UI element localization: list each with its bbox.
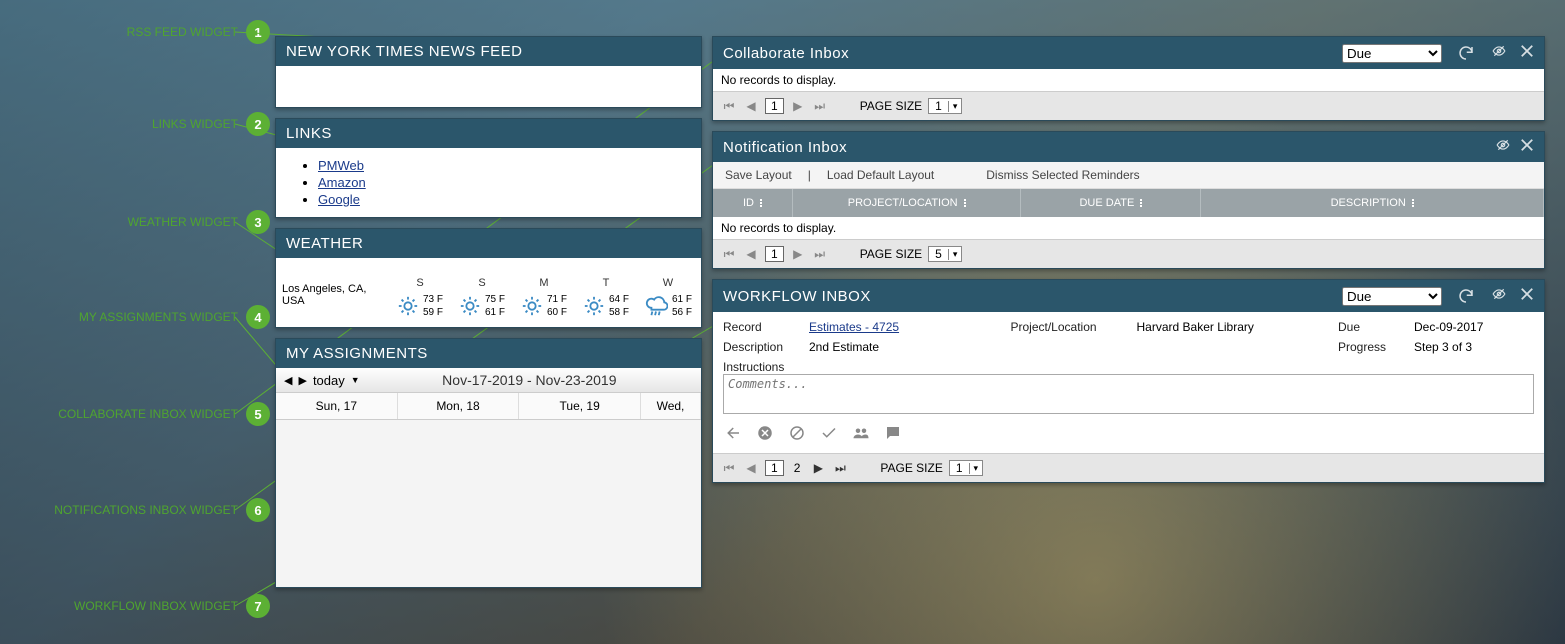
comment-icon[interactable] — [883, 423, 903, 443]
prev-page-icon[interactable]: ◀ — [743, 98, 759, 114]
page-size-select[interactable]: 5▾ — [928, 246, 962, 262]
collaborate-title: Collaborate Inbox — [723, 45, 1342, 62]
close-icon[interactable] — [1520, 44, 1534, 62]
refresh-icon[interactable] — [1454, 286, 1478, 306]
next-page-icon[interactable]: ▶ — [790, 246, 806, 262]
calendar-body[interactable] — [276, 420, 701, 580]
page-size-select[interactable]: 1▾ — [949, 460, 983, 476]
page-number[interactable]: 1 — [765, 460, 784, 476]
collaborate-inbox-widget: Collaborate Inbox Due No records to disp… — [712, 36, 1545, 121]
prev-arrow-icon[interactable]: ◀ — [284, 374, 292, 387]
collaborate-sort-select[interactable]: Due — [1342, 44, 1442, 63]
links-widget: LINKS PMWeb Amazon Google — [275, 118, 702, 218]
next-page-icon[interactable]: ▶ — [810, 460, 826, 476]
weather-widget: WEATHER Los Angeles, CA, USA S73 F59 FS7… — [275, 228, 702, 328]
prev-page-icon[interactable]: ◀ — [743, 246, 759, 262]
last-page-icon[interactable]: ⏭ — [832, 460, 848, 476]
load-default-layout-button[interactable]: Load Default Layout — [827, 168, 934, 182]
label-project: Project/Location — [1011, 320, 1131, 334]
col-id: ID — [713, 189, 793, 217]
date-range: Nov-17-2019 - Nov-23-2019 — [366, 372, 693, 388]
close-icon[interactable] — [1520, 138, 1534, 156]
col-project: PROJECT/LOCATION — [793, 189, 1021, 217]
next-page-icon[interactable]: ▶ — [790, 98, 806, 114]
weather-location: Los Angeles, CA, USA — [282, 283, 390, 321]
links-title: LINKS — [286, 125, 683, 142]
collaborate-empty: No records to display. — [713, 69, 1544, 91]
weather-day: S75 F61 F — [452, 277, 512, 321]
description-value: 2nd Estimate — [809, 340, 1005, 354]
weather-day: W61 F56 F — [638, 277, 698, 321]
hide-icon[interactable] — [1490, 287, 1508, 305]
first-page-icon[interactable]: ⏮ — [721, 460, 737, 476]
comments-input[interactable] — [723, 374, 1534, 414]
prev-page-icon[interactable]: ◀ — [743, 460, 759, 476]
next-arrow-icon[interactable]: ▶ — [298, 374, 306, 387]
weather-day: T64 F58 F — [576, 277, 636, 321]
cal-col-mon[interactable]: Mon, 18 — [398, 393, 520, 419]
first-page-icon[interactable]: ⏮ — [721, 98, 737, 114]
today-dropdown-icon[interactable]: ▼ — [351, 375, 360, 385]
cancel-circle-icon[interactable] — [755, 423, 775, 443]
back-arrow-icon[interactable] — [723, 423, 743, 443]
assignments-widget: MY ASSIGNMENTS ◀ ▶ today ▼ Nov-17-2019 -… — [275, 338, 702, 588]
page-size-label: PAGE SIZE — [860, 247, 922, 261]
refresh-icon[interactable] — [1454, 43, 1478, 63]
label-instructions: Instructions — [723, 360, 803, 374]
last-page-icon[interactable]: ⏭ — [812, 246, 828, 262]
project-value: Harvard Baker Library — [1137, 320, 1333, 334]
label-record: Record — [723, 320, 803, 334]
link-pmweb[interactable]: PMWeb — [318, 158, 364, 173]
hide-icon[interactable] — [1494, 138, 1512, 156]
today-button[interactable]: today — [313, 373, 345, 388]
page-number[interactable]: 1 — [765, 98, 784, 114]
block-icon[interactable] — [787, 423, 807, 443]
label-due: Due — [1338, 320, 1408, 334]
record-link[interactable]: Estimates - 4725 — [809, 320, 1005, 334]
notification-empty: No records to display. — [713, 217, 1544, 239]
assignments-title: MY ASSIGNMENTS — [286, 345, 683, 362]
col-due: DUE DATE — [1021, 189, 1201, 217]
notification-inbox-widget: Notification Inbox Save Layout | Load De… — [712, 131, 1545, 269]
label-progress: Progress — [1338, 340, 1408, 354]
hide-icon[interactable] — [1490, 44, 1508, 62]
weather-day: S73 F59 F — [390, 277, 450, 321]
first-page-icon[interactable]: ⏮ — [721, 246, 737, 262]
team-icon[interactable] — [851, 423, 871, 443]
weather-title: WEATHER — [286, 235, 683, 252]
workflow-sort-select[interactable]: Due — [1342, 287, 1442, 306]
link-google[interactable]: Google — [318, 192, 360, 207]
cal-col-tue[interactable]: Tue, 19 — [519, 393, 641, 419]
progress-value: Step 3 of 3 — [1414, 340, 1534, 354]
page-2[interactable]: 2 — [790, 461, 805, 475]
workflow-title: WORKFLOW INBOX — [723, 288, 1342, 305]
cal-col-sun[interactable]: Sun, 17 — [276, 393, 398, 419]
due-value: Dec-09-2017 — [1414, 320, 1534, 334]
page-size-label: PAGE SIZE — [880, 461, 942, 475]
page-size-select[interactable]: 1▾ — [928, 98, 962, 114]
notification-title: Notification Inbox — [723, 139, 1494, 156]
page-size-label: PAGE SIZE — [860, 99, 922, 113]
rss-title: NEW YORK TIMES NEWS FEED — [286, 43, 683, 60]
approve-check-icon[interactable] — [819, 423, 839, 443]
workflow-inbox-widget: WORKFLOW INBOX Due Record Estimates - 47… — [712, 279, 1545, 483]
page-number[interactable]: 1 — [765, 246, 784, 262]
weather-day: M71 F60 F — [514, 277, 574, 321]
close-icon[interactable] — [1520, 287, 1534, 305]
label-description: Description — [723, 340, 803, 354]
last-page-icon[interactable]: ⏭ — [812, 98, 828, 114]
cal-col-wed[interactable]: Wed, — [641, 393, 701, 419]
save-layout-button[interactable]: Save Layout — [725, 168, 792, 182]
rss-feed-widget: NEW YORK TIMES NEWS FEED — [275, 36, 702, 108]
dismiss-reminders-button[interactable]: Dismiss Selected Reminders — [986, 168, 1139, 182]
col-desc: DESCRIPTION — [1201, 189, 1544, 217]
link-amazon[interactable]: Amazon — [318, 175, 366, 190]
